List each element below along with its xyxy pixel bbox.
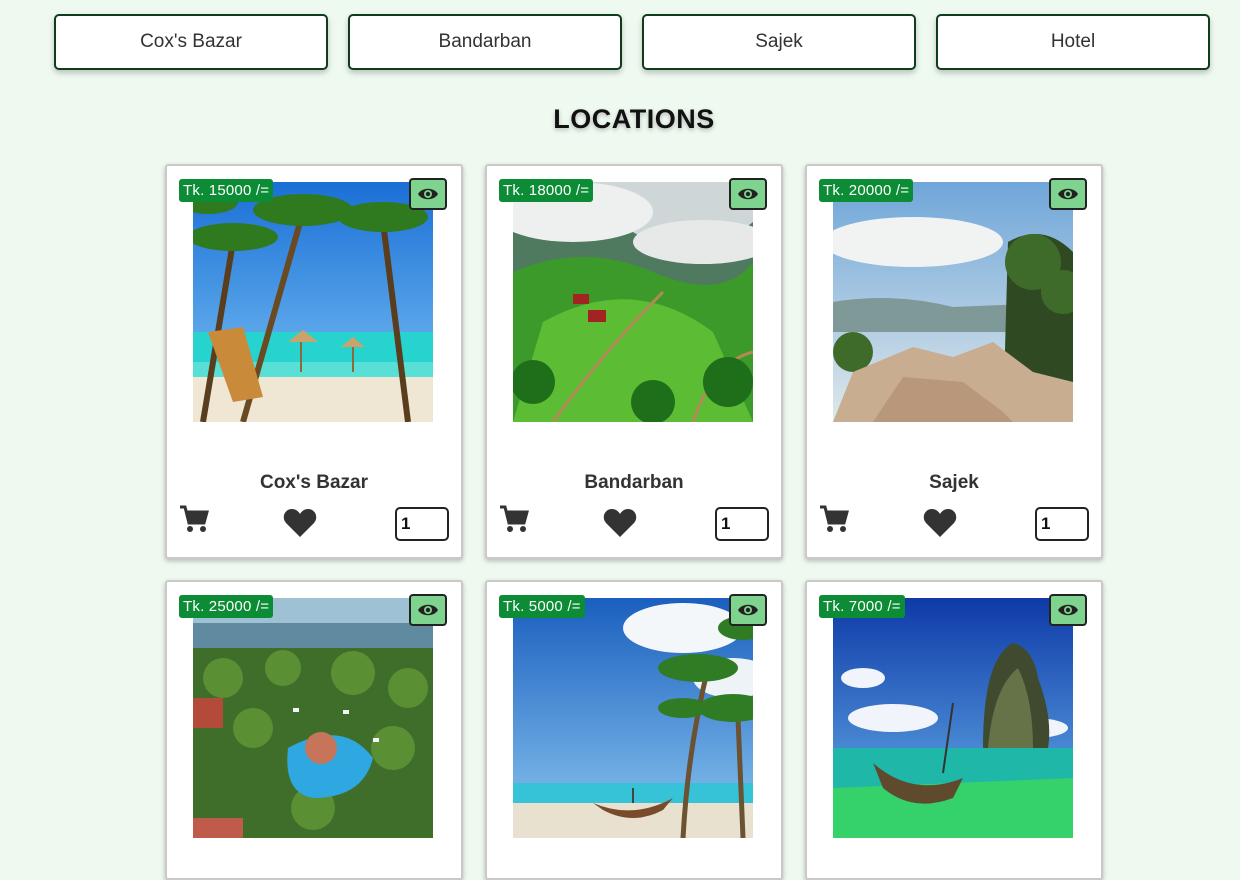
location-card: Tk. 25000 /= (165, 580, 463, 880)
price-badge: Tk. 7000 /= (819, 595, 905, 618)
quantity-input[interactable] (715, 507, 769, 541)
filter-hotel-button[interactable]: Hotel (936, 14, 1210, 70)
location-name: Sajek (929, 472, 979, 493)
price-badge: Tk. 15000 /= (179, 179, 274, 202)
location-image (833, 182, 1073, 422)
filter-sajek-button[interactable]: Sajek (642, 14, 916, 70)
view-button[interactable] (1049, 594, 1087, 626)
view-button[interactable] (729, 178, 767, 210)
cart-icon[interactable] (179, 505, 209, 533)
heart-icon[interactable] (603, 508, 637, 538)
location-image (513, 182, 753, 422)
cart-icon[interactable] (819, 505, 849, 533)
eye-icon (418, 188, 438, 200)
view-button[interactable] (1049, 178, 1087, 210)
location-image (833, 598, 1073, 838)
eye-icon (1058, 604, 1078, 616)
section-title: LOCATIONS (553, 104, 715, 134)
quantity-input[interactable] (395, 507, 449, 541)
filter-bar: Cox's Bazar Bandarban Sajek Hotel (54, 14, 1214, 74)
location-name: Cox's Bazar (259, 472, 368, 493)
location-image (513, 598, 753, 838)
location-image (193, 598, 433, 838)
location-card: Tk. 5000 /= (485, 580, 783, 880)
heart-icon[interactable] (923, 508, 957, 538)
price-badge: Tk. 5000 /= (499, 595, 585, 618)
heart-icon[interactable] (283, 508, 317, 538)
view-button[interactable] (409, 178, 447, 210)
cart-icon[interactable] (499, 505, 529, 533)
location-card: Tk. 18000 /= Bandarban (485, 164, 783, 559)
eye-icon (1058, 188, 1078, 200)
filter-coxs-bazar-button[interactable]: Cox's Bazar (54, 14, 328, 70)
location-name: Bandarban (584, 472, 684, 493)
eye-icon (738, 604, 758, 616)
quantity-input[interactable] (1035, 507, 1089, 541)
price-badge: Tk. 20000 /= (819, 179, 914, 202)
location-card: Tk. 20000 /= Sajek (805, 164, 1103, 559)
eye-icon (418, 604, 438, 616)
filter-bandarban-button[interactable]: Bandarban (348, 14, 622, 70)
eye-icon (738, 188, 758, 200)
location-card: Tk. 15000 /= Cox's Bazar (165, 164, 463, 559)
location-image (193, 182, 433, 422)
view-button[interactable] (409, 594, 447, 626)
view-button[interactable] (729, 594, 767, 626)
price-badge: Tk. 25000 /= (179, 595, 274, 618)
location-card: Tk. 7000 /= (805, 580, 1103, 880)
price-badge: Tk. 18000 /= (499, 179, 594, 202)
